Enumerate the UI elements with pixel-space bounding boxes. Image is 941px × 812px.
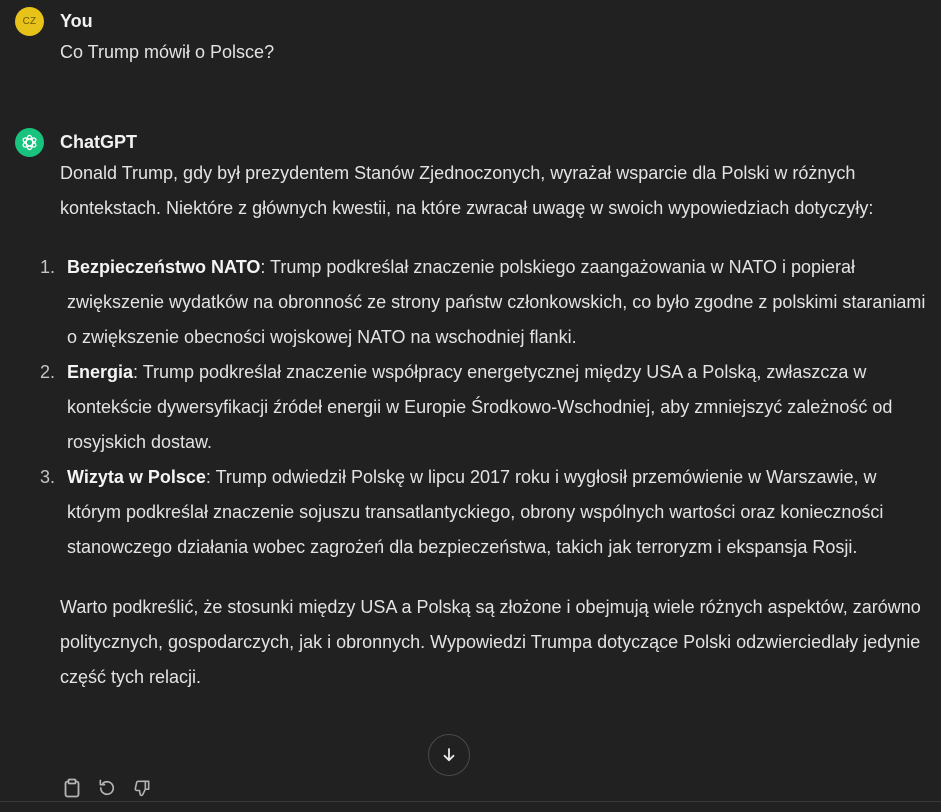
copy-button[interactable] bbox=[62, 776, 82, 800]
assistant-message-body: Donald Trump, gdy był prezydentem Stanów… bbox=[40, 156, 927, 695]
composer-divider bbox=[0, 801, 941, 802]
assistant-outro-paragraph: Warto podkreślić, że stosunki między USA… bbox=[60, 597, 921, 687]
user-message-text: Co Trump mówił o Polsce? bbox=[60, 42, 275, 62]
assistant-numbered-list: 1. Bezpieczeństwo NATO : Trump podkreślał… bbox=[40, 250, 927, 565]
thumbs-down-icon bbox=[134, 780, 150, 797]
assistant-intro-paragraph: Donald Trump, gdy był prezydentem Stanów… bbox=[60, 163, 874, 218]
list-item: 3. Wizyta w Polsce: Trump odwiedził Pols… bbox=[40, 460, 927, 565]
openai-logo-icon bbox=[22, 134, 37, 151]
assistant-avatar bbox=[15, 128, 44, 157]
list-item: 2. Energia: Trump podkreślał znaczenie w… bbox=[40, 355, 927, 460]
list-item-title: Bezpieczeństwo NATO bbox=[67, 257, 261, 277]
list-item-number: 1. bbox=[40, 257, 56, 277]
list-item: 1. Bezpieczeństwo NATO: Trump podkreślał… bbox=[40, 250, 927, 355]
regenerate-icon bbox=[99, 779, 115, 796]
user-avatar-initials: CZ bbox=[22, 16, 37, 27]
arrow-down-icon bbox=[443, 748, 455, 762]
regenerate-button[interactable] bbox=[97, 776, 117, 800]
clipboard-icon bbox=[64, 778, 80, 798]
list-item-number: 3. bbox=[40, 467, 56, 487]
message-actions bbox=[62, 776, 152, 800]
thumbs-down-button[interactable] bbox=[132, 776, 152, 800]
scroll-to-bottom-button[interactable] bbox=[428, 734, 470, 776]
list-item-title: Wizyta w Polsce bbox=[67, 467, 206, 487]
user-avatar: CZ bbox=[15, 7, 44, 36]
assistant-author-name: ChatGPT bbox=[60, 132, 138, 152]
user-author-name: You bbox=[60, 11, 93, 31]
list-item-title: Energia bbox=[67, 362, 134, 382]
list-item-text: : Trump podkreślał znaczenie współpracy … bbox=[67, 362, 893, 452]
list-item-number: 2. bbox=[40, 362, 56, 382]
